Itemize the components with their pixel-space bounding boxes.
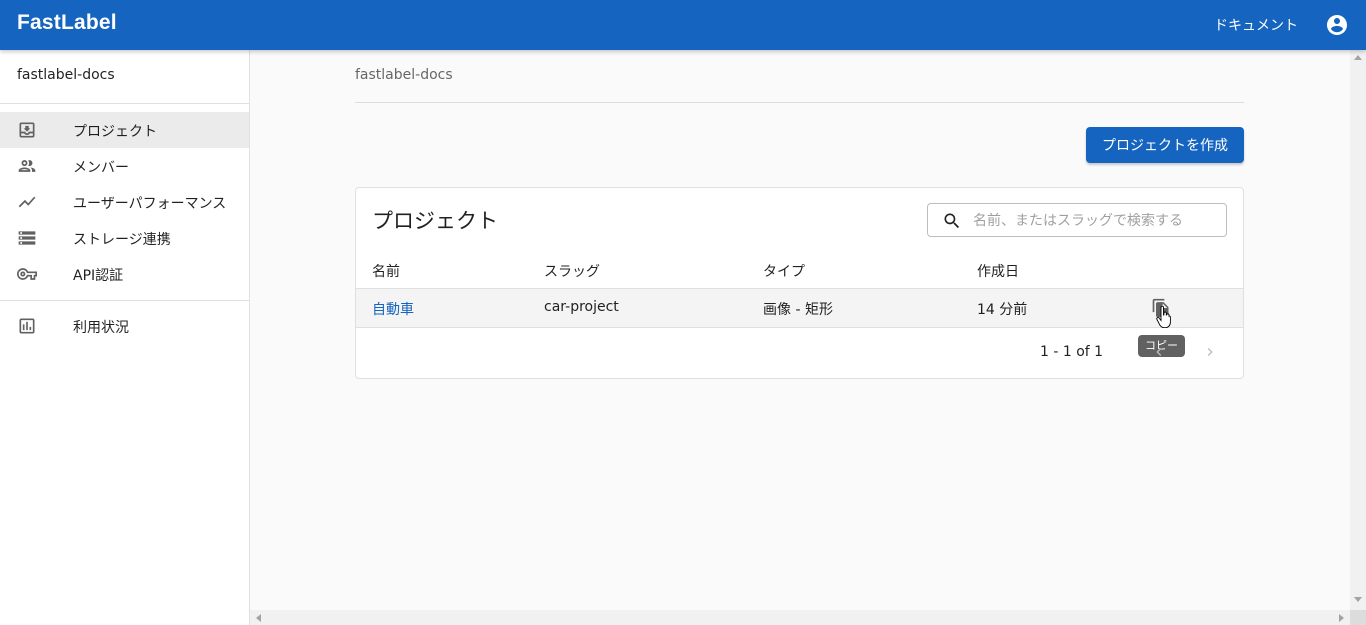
sidebar-item-label: ユーザーパフォーマンス: [73, 196, 227, 212]
scroll-down-icon[interactable]: [1354, 597, 1362, 602]
brand-logo[interactable]: FastLabel: [17, 11, 117, 35]
scroll-up-icon[interactable]: [1354, 55, 1362, 60]
column-header-created[interactable]: 作成日: [977, 261, 1019, 281]
trending-up-icon: [18, 196, 36, 208]
pagination-info: 1 - 1 of 1: [1040, 344, 1104, 360]
chevron-left-icon[interactable]: [1151, 344, 1167, 360]
people-icon: [18, 160, 36, 172]
bar-chart-icon: [19, 318, 35, 334]
project-slug: car-project: [544, 299, 619, 315]
table-row[interactable]: 自動車 car-project 画像 - 矩形 14 分前: [356, 288, 1243, 328]
storage-icon: [18, 231, 36, 245]
column-header-slug[interactable]: スラッグ: [544, 261, 600, 281]
sidebar-item-members[interactable]: メンバー: [0, 148, 249, 184]
chevron-right-icon[interactable]: [1202, 344, 1218, 360]
search-box[interactable]: [927, 203, 1227, 237]
projects-card: プロジェクト 名前 スラッグ タイプ 作成日 自動車 car-project 画…: [355, 187, 1244, 379]
sidebar-item-projects[interactable]: プロジェクト: [0, 112, 249, 148]
scrollbar-corner: [1350, 610, 1366, 625]
hand-cursor-icon: [1156, 306, 1171, 328]
sidebar-item-label: API認証: [73, 268, 124, 284]
sidebar-divider: [0, 300, 249, 301]
project-created: 14 分前: [977, 302, 1028, 318]
project-icon: [19, 122, 35, 138]
sidebar-item-label: 利用状況: [73, 320, 129, 336]
breadcrumb-divider: [355, 102, 1244, 103]
column-header-type[interactable]: タイプ: [763, 261, 805, 281]
horizontal-scrollbar[interactable]: [250, 610, 1350, 625]
vertical-scrollbar[interactable]: [1350, 50, 1366, 610]
project-name-link[interactable]: 自動車: [372, 299, 414, 319]
card-title: プロジェクト: [372, 209, 498, 233]
sidebar-item-storage[interactable]: ストレージ連携: [0, 220, 249, 256]
project-type: 画像 - 矩形: [763, 302, 833, 318]
sidebar-item-api-auth[interactable]: API認証: [0, 256, 249, 292]
create-project-button[interactable]: プロジェクトを作成: [1086, 127, 1244, 163]
sidebar-item-label: ストレージ連携: [73, 232, 171, 248]
sidebar: fastlabel-docs プロジェクト メンバー ユーザーパフォーマンス ス…: [0, 50, 250, 625]
sidebar-item-user-performance[interactable]: ユーザーパフォーマンス: [0, 184, 249, 220]
main-content: fastlabel-docs プロジェクトを作成 プロジェクト 名前 スラッグ …: [250, 50, 1350, 610]
scroll-left-icon[interactable]: [256, 614, 261, 622]
app-bar: FastLabel ドキュメント: [0, 0, 1366, 50]
account-circle-icon[interactable]: [1325, 13, 1349, 37]
sidebar-divider: [0, 103, 249, 104]
scroll-right-icon[interactable]: [1339, 614, 1344, 622]
breadcrumb[interactable]: fastlabel-docs: [355, 67, 453, 83]
sidebar-item-usage[interactable]: 利用状況: [0, 308, 249, 344]
key-icon: [17, 268, 37, 280]
column-header-name[interactable]: 名前: [372, 261, 400, 281]
sidebar-item-label: メンバー: [73, 160, 129, 176]
search-input[interactable]: [973, 211, 1213, 231]
workspace-name[interactable]: fastlabel-docs: [17, 67, 115, 83]
documents-link[interactable]: ドキュメント: [1214, 15, 1298, 35]
search-icon: [944, 213, 960, 229]
sidebar-item-label: プロジェクト: [73, 124, 157, 140]
